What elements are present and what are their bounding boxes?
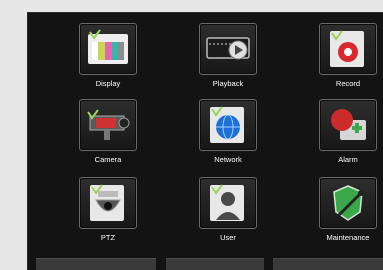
record-icon: [319, 23, 377, 75]
display-icon: [79, 23, 137, 75]
bottom-bar-center: [166, 258, 264, 270]
menu-item-display[interactable]: Display: [68, 23, 148, 89]
menu-item-label: Camera: [94, 155, 122, 164]
menu-item-camera[interactable]: Camera: [68, 99, 148, 165]
camera-icon: [79, 99, 137, 151]
menu-item-label: Playback: [212, 79, 244, 88]
menu-item-playback[interactable]: Playback: [188, 23, 268, 89]
menu-item-label: User: [220, 233, 236, 242]
alarm-icon: [319, 99, 377, 151]
menu-item-ptz[interactable]: PTZ: [68, 177, 148, 243]
menu-item-label: Record: [335, 79, 361, 88]
menu-item-record[interactable]: Record: [308, 23, 383, 89]
menu-item-label: Display: [95, 79, 121, 88]
menu-item-alarm[interactable]: Alarm: [308, 99, 383, 165]
menu-item-label: Network: [214, 155, 242, 164]
bottom-bar-right: [273, 258, 383, 270]
ptz-icon: [79, 177, 137, 229]
menu-item-network[interactable]: Network: [188, 99, 268, 165]
menu-item-label: Alarm: [338, 155, 358, 164]
playback-icon: [199, 23, 257, 75]
user-icon: [199, 177, 257, 229]
bottom-bar-left: [36, 258, 156, 270]
menu-item-maintenance[interactable]: Maintenance: [308, 177, 383, 243]
menu-item-label: PTZ: [100, 233, 116, 242]
network-icon: [199, 99, 257, 151]
maintenance-icon: [319, 177, 377, 229]
menu-item-label: Maintenance: [326, 233, 370, 242]
main-menu-screen: Display Playback Record Camera Network A…: [27, 12, 383, 270]
menu-item-user[interactable]: User: [188, 177, 268, 243]
